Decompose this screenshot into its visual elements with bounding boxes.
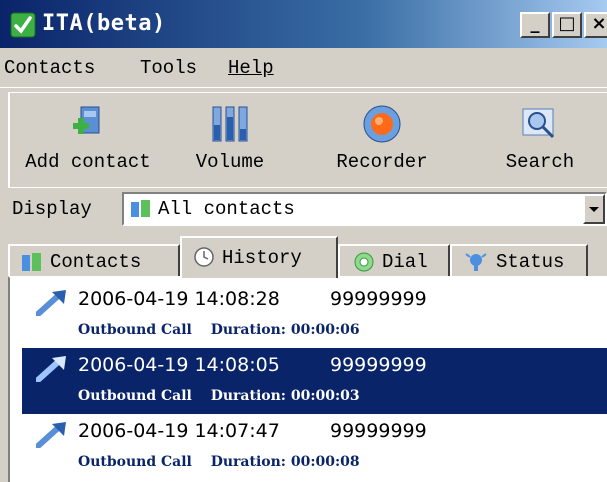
tab-history-label: History: [222, 247, 302, 269]
call-datetime: 2006-04-19 14:08:05: [78, 354, 280, 376]
display-dropdown[interactable]: All contacts: [122, 192, 607, 226]
call-type: Outbound Call: [78, 322, 192, 338]
menu-help[interactable]: Help: [228, 57, 274, 79]
status-icon: [465, 253, 487, 271]
call-number: 99999999: [330, 354, 427, 376]
menu-bar: Contacts Tools Help: [0, 49, 607, 88]
clock-icon: [194, 247, 214, 267]
maximize-button[interactable]: □: [552, 12, 582, 38]
add-contact-label: Add contact: [25, 151, 151, 173]
menu-tools[interactable]: Tools: [140, 57, 197, 79]
call-duration: 00:00:06: [290, 322, 360, 338]
call-detail: Outbound Call Duration: 00:00:06: [78, 322, 360, 338]
dropdown-arrow-button[interactable]: [583, 194, 605, 224]
chevron-down-icon: [589, 207, 599, 212]
close-button[interactable]: ×: [584, 12, 607, 38]
contacts-group-icon: [131, 200, 150, 217]
tab-status-label: Status: [496, 251, 565, 273]
duration-label: Duration:: [210, 322, 286, 338]
search-button[interactable]: Search: [470, 93, 607, 187]
duration-label: Duration:: [210, 388, 286, 404]
volume-icon: [212, 106, 248, 142]
tab-dial[interactable]: Dial: [338, 244, 450, 278]
duration-label: Duration:: [210, 454, 286, 470]
display-filter-row: Display All contacts: [8, 187, 607, 232]
menu-contacts[interactable]: Contacts: [4, 57, 95, 79]
minimize-button[interactable]: _: [520, 12, 550, 38]
call-number: 99999999: [330, 288, 427, 310]
history-list: 2006-04-19 14:08:28 99999999 Outbound Ca…: [8, 276, 607, 482]
call-number: 99999999: [330, 420, 427, 442]
outbound-call-icon: [36, 422, 66, 448]
add-contact-button[interactable]: Add contact: [18, 93, 158, 187]
display-selected-value: All contacts: [158, 198, 295, 220]
recorder-icon: [363, 105, 401, 143]
tab-history[interactable]: History: [180, 236, 338, 278]
display-label: Display: [12, 198, 92, 220]
dial-icon: [354, 252, 374, 272]
search-icon: [522, 108, 555, 139]
tab-status[interactable]: Status: [450, 244, 588, 278]
history-row-selected[interactable]: 2006-04-19 14:08:05 99999999 Outbound Ca…: [22, 348, 607, 414]
call-detail: Outbound Call Duration: 00:00:03: [78, 388, 360, 404]
history-row[interactable]: 2006-04-19 14:07:47 99999999 Outbound Ca…: [22, 414, 607, 480]
volume-button[interactable]: Volume: [160, 93, 300, 187]
search-label: Search: [505, 151, 575, 173]
call-type: Outbound Call: [78, 388, 192, 404]
call-datetime: 2006-04-19 14:07:47: [78, 420, 280, 442]
outbound-call-icon: [36, 290, 66, 316]
call-detail: Outbound Call Duration: 00:00:08: [78, 454, 360, 470]
call-duration: 00:00:03: [290, 388, 360, 404]
recorder-label: Recorder: [336, 151, 428, 173]
tab-contacts[interactable]: Contacts: [8, 244, 180, 278]
call-datetime: 2006-04-19 14:08:28: [78, 288, 280, 310]
volume-label: Volume: [195, 151, 265, 173]
history-row[interactable]: 2006-04-19 14:08:28 99999999 Outbound Ca…: [22, 282, 607, 348]
call-duration: 00:00:08: [290, 454, 360, 470]
recorder-button[interactable]: Recorder: [312, 93, 452, 187]
contacts-icon: [22, 253, 41, 271]
title-bar[interactable]: ITA(beta) _ □ ×: [0, 0, 607, 48]
tab-dial-label: Dial: [382, 251, 428, 273]
toolbar: Add contact Volume Recorder Search: [8, 92, 607, 187]
outbound-call-icon: [36, 356, 66, 382]
app-logo-icon: [10, 12, 36, 38]
tab-strip: Contacts History Dial Status: [8, 234, 607, 278]
window-title: ITA(beta): [42, 11, 166, 36]
add-contact-icon: [73, 106, 100, 134]
tab-contacts-label: Contacts: [50, 251, 142, 273]
call-type: Outbound Call: [78, 454, 192, 470]
